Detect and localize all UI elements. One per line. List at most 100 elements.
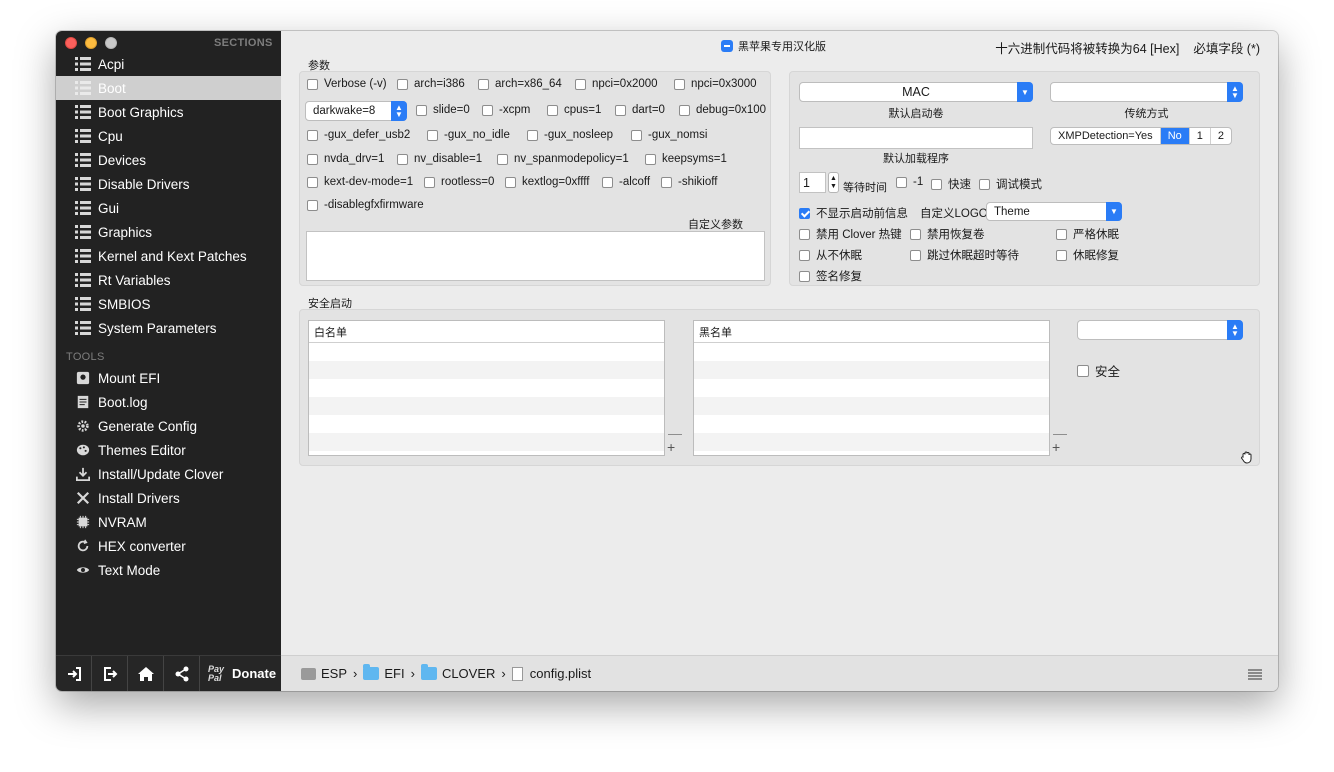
theme-select[interactable]: Theme ▼	[986, 202, 1122, 221]
blacklist-remove-button[interactable]: —	[1053, 426, 1067, 440]
sidebar-item-boot[interactable]: Boot	[56, 76, 281, 100]
secure-boot-mode-select[interactable]: ▲ ▼	[1077, 320, 1243, 340]
signature-fix-checkbox[interactable]: 签名修复	[799, 268, 862, 284]
table-row[interactable]	[694, 361, 1049, 379]
table-row[interactable]	[309, 433, 664, 451]
default-volume-select[interactable]: MAC ▼	[799, 82, 1033, 102]
arg-checkbox-slide-0[interactable]: slide=0	[416, 104, 470, 116]
xmp-option-2[interactable]: 2	[1211, 128, 1231, 144]
table-row[interactable]	[694, 397, 1049, 415]
table-row[interactable]	[694, 379, 1049, 397]
tool-item-hex-converter[interactable]: HEX converter	[56, 534, 281, 558]
sidebar-item-rt-variables[interactable]: Rt Variables	[56, 268, 281, 292]
arg-checkbox-gux-no-idle[interactable]: -gux_no_idle	[427, 129, 510, 141]
minimize-button[interactable]	[85, 37, 97, 49]
breadcrumb-item[interactable]: config.plist	[511, 666, 591, 681]
secure-checkbox[interactable]: 安全	[1077, 361, 1120, 380]
timeout-input[interactable]: 1	[799, 172, 826, 193]
localized-version-toggle[interactable]: 黑苹果专用汉化版	[721, 38, 826, 54]
whitelist-remove-button[interactable]: —	[668, 426, 682, 440]
legacy-select[interactable]: ▲ ▼	[1050, 82, 1243, 102]
arg-checkbox-shikioff[interactable]: -shikioff	[661, 176, 717, 188]
arg-checkbox-debug-0x100[interactable]: debug=0x100	[679, 104, 766, 116]
arg-checkbox-dart-0[interactable]: dart=0	[615, 104, 665, 116]
close-button[interactable]	[65, 37, 77, 49]
disable-clover-hotkeys-checkbox[interactable]: 禁用 Clover 热键	[799, 226, 902, 242]
tool-item-generate-config[interactable]: Generate Config	[56, 414, 281, 438]
sidebar-item-acpi[interactable]: Acpi	[56, 52, 281, 76]
darkwake-select[interactable]: darkwake=8 ▲ ▼	[305, 101, 407, 121]
arg-checkbox-nvda-drv-1[interactable]: nvda_drv=1	[307, 153, 384, 165]
table-row[interactable]	[694, 433, 1049, 451]
blacklist-add-button[interactable]: +	[1052, 440, 1060, 454]
default-loader-input[interactable]	[799, 127, 1033, 149]
whitelist-add-button[interactable]: +	[667, 440, 675, 454]
sidebar-item-kernel-and-kext-patches[interactable]: Kernel and Kext Patches	[56, 244, 281, 268]
skip-hibernate-timeout-checkbox[interactable]: 跳过休眠超时等待	[910, 247, 1019, 263]
tool-item-nvram[interactable]: NVRAM	[56, 510, 281, 534]
sidebar-item-cpu[interactable]: Cpu	[56, 124, 281, 148]
zoom-button[interactable]	[105, 37, 117, 49]
arg-checkbox-arch-x86-64[interactable]: arch=x86_64	[478, 78, 562, 90]
arg-checkbox-kext-dev-mode-1[interactable]: kext-dev-mode=1	[307, 176, 413, 188]
table-row[interactable]	[694, 415, 1049, 433]
hibernate-fix-checkbox[interactable]: 休眠修复	[1056, 247, 1119, 263]
breadcrumb-item[interactable]: EFI	[363, 664, 405, 681]
xmp-option-1[interactable]: 1	[1190, 128, 1211, 144]
arg-checkbox-npci-0x3000[interactable]: npci=0x3000	[674, 78, 757, 90]
timeout-stepper[interactable]: ▲ ▼	[828, 172, 839, 193]
hide-boot-messages-checkbox[interactable]: 不显示启动前信息	[799, 205, 908, 221]
arg-checkbox-cpus-1[interactable]: cpus=1	[547, 104, 601, 116]
never-hibernate-checkbox[interactable]: 从不休眠	[799, 247, 862, 263]
home-button[interactable]	[128, 655, 164, 691]
arg-checkbox-nv-spanmodepolicy-1[interactable]: nv_spanmodepolicy=1	[497, 153, 629, 165]
whitelist-table[interactable]: 白名单	[308, 320, 665, 456]
arg-checkbox-keepsyms-1[interactable]: keepsyms=1	[645, 153, 727, 165]
arg-checkbox-npci-0x2000[interactable]: npci=0x2000	[575, 78, 658, 90]
tool-item-install-update-clover[interactable]: Install/Update Clover	[56, 462, 281, 486]
arg-checkbox-gux-defer-usb2[interactable]: -gux_defer_usb2	[307, 129, 410, 141]
arg-checkbox-rootless-0[interactable]: rootless=0	[424, 176, 494, 188]
arg-checkbox-gux-nomsi[interactable]: -gux_nomsi	[631, 129, 707, 141]
blacklist-table[interactable]: 黑名单	[693, 320, 1050, 456]
arg-checkbox-disablegfxfirmware[interactable]: -disablegfxfirmware	[307, 199, 424, 211]
share-button[interactable]	[164, 655, 200, 691]
sidebar-item-gui[interactable]: Gui	[56, 196, 281, 220]
table-row[interactable]	[309, 415, 664, 433]
menu-lines-icon[interactable]	[1248, 669, 1262, 680]
xmp-option-no[interactable]: No	[1160, 128, 1190, 144]
arg-checkbox-nv-disable-1[interactable]: nv_disable=1	[397, 153, 482, 165]
sidebar-item-graphics[interactable]: Graphics	[56, 220, 281, 244]
import-button[interactable]	[56, 655, 92, 691]
table-row[interactable]	[309, 397, 664, 415]
table-row[interactable]	[694, 343, 1049, 361]
timeout-minus-one-checkbox[interactable]: -1	[896, 176, 923, 188]
debug-mode-checkbox[interactable]: 调试模式	[979, 176, 1042, 192]
sidebar-item-boot-graphics[interactable]: Boot Graphics	[56, 100, 281, 124]
tool-item-mount-efi[interactable]: Mount EFI	[56, 366, 281, 390]
table-row[interactable]	[309, 343, 664, 361]
sidebar-item-system-parameters[interactable]: System Parameters	[56, 316, 281, 340]
tool-item-boot-log[interactable]: Boot.log	[56, 390, 281, 414]
arg-checkbox-arch-i386[interactable]: arch=i386	[397, 78, 465, 90]
localized-checkbox[interactable]	[721, 40, 733, 52]
tool-item-themes-editor[interactable]: Themes Editor	[56, 438, 281, 462]
donate-button[interactable]: Pay Pal Donate	[200, 664, 276, 683]
table-row[interactable]	[309, 379, 664, 397]
sidebar-item-devices[interactable]: Devices	[56, 148, 281, 172]
table-row[interactable]	[309, 361, 664, 379]
export-button[interactable]	[92, 655, 128, 691]
arg-checkbox-gux-nosleep[interactable]: -gux_nosleep	[527, 129, 613, 141]
breadcrumb-item[interactable]: CLOVER	[420, 664, 495, 681]
arg-checkbox-alcoff[interactable]: -alcoff	[602, 176, 650, 188]
custom-args-input[interactable]	[306, 231, 765, 281]
arg-checkbox-xcpm[interactable]: -xcpm	[482, 104, 530, 116]
sidebar-item-disable-drivers[interactable]: Disable Drivers	[56, 172, 281, 196]
fast-checkbox[interactable]: 快速	[931, 176, 971, 192]
arg-checkbox-verbose-v[interactable]: Verbose (-v)	[307, 78, 387, 90]
breadcrumb-item[interactable]: ESP	[301, 666, 347, 681]
tool-item-install-drivers[interactable]: Install Drivers	[56, 486, 281, 510]
tool-item-text-mode[interactable]: Text Mode	[56, 558, 281, 582]
sidebar-item-smbios[interactable]: SMBIOS	[56, 292, 281, 316]
disable-recovery-checkbox[interactable]: 禁用恢复卷	[910, 226, 985, 242]
